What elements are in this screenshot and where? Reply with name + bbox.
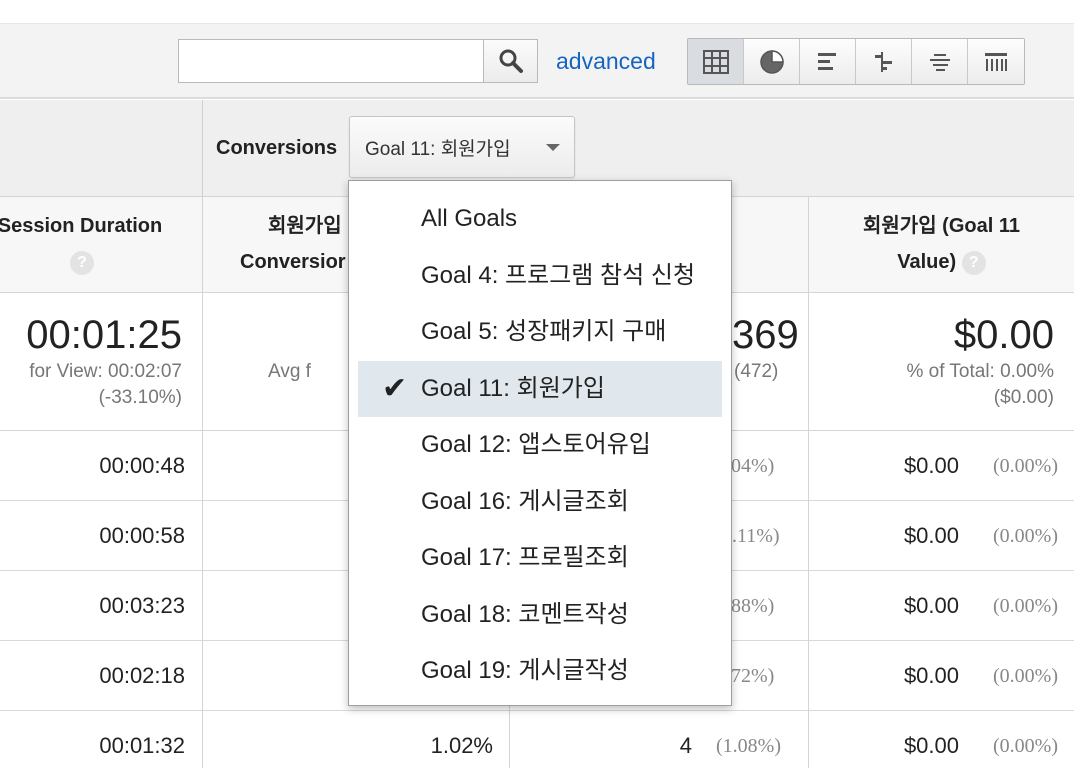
cell-goal-value: $0.00 <box>903 733 959 758</box>
cell-session-duration: 00:00:58 <box>99 523 185 548</box>
report-toolbar: advanced <box>0 24 1074 99</box>
pie-chart-icon <box>759 49 784 74</box>
column-header-label: 회원가입 (Goal 11 <box>863 215 1020 237</box>
column-divider <box>202 100 203 197</box>
performance-bar-icon <box>817 52 836 70</box>
goal-option-label: Goal 12: 앱스토어유입 <box>421 431 651 458</box>
goal-option-label: Goal 18: 코멘트작성 <box>421 600 629 628</box>
goal-option-label: Goal 17: 프로필조회 <box>421 544 629 571</box>
term-cloud-icon <box>929 53 950 71</box>
goal-option-label: Goal 4: 프로그램 참석 신청 <box>421 261 696 289</box>
cell-goal-value: $0.00 <box>903 453 959 478</box>
table-row[interactable]: 00:01:32 1.02% 4 (1.08%) $0.00 (0.00%) <box>0 711 1074 768</box>
checkmark-icon: ✔ <box>382 371 408 405</box>
cell-completions-pct: (1.08%) <box>716 735 781 757</box>
goal-option-label: Goal 19: 게시글작성 <box>421 657 629 684</box>
performance-view-button[interactable] <box>800 39 856 84</box>
goal-selector-value: Goal 11: 회원가입 <box>365 138 511 160</box>
search-icon <box>499 49 523 73</box>
cell-goal-value: $0.00 <box>903 593 959 618</box>
cell-goal-value-pct: (0.00%) <box>993 525 1058 547</box>
cell-session-duration: 00:02:18 <box>99 663 185 688</box>
data-table-view-button[interactable] <box>688 39 744 84</box>
goal-option-all[interactable]: All Goals <box>349 191 731 248</box>
conversions-label: Conversions <box>216 137 338 159</box>
cell-goal-value-pct: (0.00%) <box>993 455 1058 477</box>
chevron-down-icon <box>546 144 560 151</box>
total-duration-view: for View: 00:02:07 <box>29 361 182 382</box>
column-header-conversion-rate[interactable]: 회원가입 Conversior <box>226 197 354 293</box>
cell-goal-value: $0.00 <box>903 663 959 688</box>
column-divider <box>808 197 809 768</box>
term-cloud-view-button[interactable] <box>912 39 968 84</box>
goal-option-label: Goal 11: 회원가입 <box>421 374 605 402</box>
goal-option-19[interactable]: Goal 19: 게시글작성 <box>349 643 731 700</box>
cell-completions: 4 <box>679 733 692 758</box>
data-table-icon <box>702 49 729 74</box>
total-completions: 369 <box>732 313 799 357</box>
cell-session-duration: 00:00:48 <box>99 453 185 478</box>
total-value-percent: % of Total: 0.00% <box>906 361 1054 382</box>
column-header-label: l <box>728 208 768 244</box>
goal-option-5[interactable]: Goal 5: 성장패키지 구매 <box>349 304 731 361</box>
pivot-view-button[interactable] <box>968 39 1024 84</box>
comparison-view-button[interactable] <box>856 39 912 84</box>
total-value-sum: ($0.00) <box>993 387 1054 408</box>
goal-option-4[interactable]: Goal 4: 프로그램 참석 신청 <box>349 248 731 305</box>
goal-option-11[interactable]: ✔ Goal 11: 회원가입 <box>358 360 722 417</box>
cell-session-duration: 00:01:32 <box>99 733 185 758</box>
goal-option-18[interactable]: Goal 18: 코멘트작성 <box>349 587 731 644</box>
goal-option-label: Goal 5: 성장패키지 구매 <box>421 318 667 345</box>
column-header-session-duration[interactable]: Session Duration ? <box>0 197 168 293</box>
column-divider <box>202 197 203 768</box>
goal-option-label: All Goals <box>421 205 518 232</box>
pie-chart-view-button[interactable] <box>744 39 800 84</box>
search-input[interactable] <box>178 39 484 83</box>
help-icon[interactable]: ? <box>961 250 986 275</box>
help-icon[interactable]: ? <box>70 250 94 275</box>
cell-goal-value: $0.00 <box>903 523 959 548</box>
cell-goal-value-pct: (0.00%) <box>993 665 1058 687</box>
total-goal-value: $0.00 <box>953 313 1054 357</box>
cell-completions-pct: .11%) <box>732 525 780 547</box>
advanced-link[interactable]: advanced <box>556 48 656 75</box>
column-header-completions[interactable]: l <box>728 197 768 293</box>
cell-session-duration: 00:03:23 <box>99 593 185 618</box>
pivot-icon <box>985 52 1007 71</box>
goal-option-17[interactable]: Goal 17: 프로필조회 <box>349 530 731 587</box>
comparison-icon <box>874 51 892 72</box>
cell-goal-value-pct: (0.00%) <box>993 595 1058 617</box>
goal-option-12[interactable]: Goal 12: 앱스토어유입 <box>349 417 731 474</box>
total-completions-sub: (472) <box>734 361 779 382</box>
column-header-label-line2: Value) <box>897 251 957 273</box>
search-button[interactable] <box>483 39 538 83</box>
column-header-label: 회원가입 <box>268 215 342 237</box>
column-header-goal-value[interactable]: 회원가입 (Goal 11 Value) ? <box>809 197 1074 293</box>
cell-goal-value-pct: (0.00%) <box>993 735 1058 757</box>
goal-dropdown-menu: All Goals Goal 4: 프로그램 참석 신청 Goal 5: 성장패… <box>348 180 732 706</box>
cell-conversion-rate: 1.02% <box>430 733 493 758</box>
column-header-label-line2: Conversior <box>240 251 346 273</box>
goal-option-16[interactable]: Goal 16: 게시글조회 <box>349 474 731 531</box>
analytics-report: advanced Conversions Goal 11: 회원가입 Sessi… <box>0 0 1074 768</box>
total-session-duration: 00:01:25 <box>26 313 182 357</box>
goal-selector[interactable]: Goal 11: 회원가입 <box>349 116 575 178</box>
goal-option-label: Goal 16: 게시글조회 <box>421 487 629 515</box>
top-strip <box>0 0 1074 24</box>
view-switcher <box>687 38 1025 85</box>
total-conv-rate-avg: Avg f <box>268 361 311 382</box>
column-header-label: Session Duration <box>0 215 163 237</box>
total-duration-change: (-33.10%) <box>98 387 182 408</box>
